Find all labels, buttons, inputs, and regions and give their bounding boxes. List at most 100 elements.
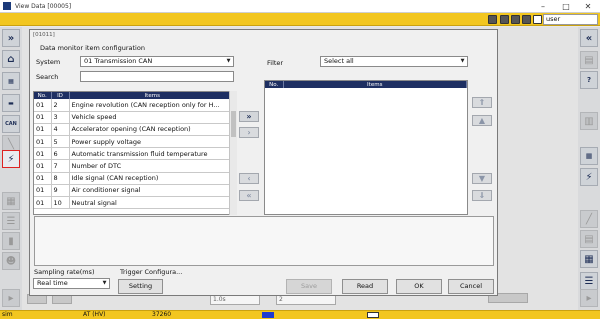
graph-icon[interactable]: ╱ [580,210,598,228]
home-icon[interactable]: ⌂ [2,50,20,68]
can-icon[interactable]: CAN [2,115,20,133]
row-item: Engine revolution (CAN reception only fo… [69,99,236,112]
table-row[interactable]: 01 6 Automatic transmission fluid temperat… [34,147,236,161]
dialog-code: [01011] [33,32,55,38]
bg-interval-select[interactable]: 1.0s [210,295,260,305]
setting-button[interactable]: Setting [118,279,163,294]
chart-grid-icon[interactable]: ▦ [580,147,598,165]
sampling-rate-select[interactable]: Real time ▼ [33,278,110,289]
row-no: 01 [34,123,52,137]
ok-button[interactable]: OK [396,279,442,294]
table-row[interactable]: 01 5 Power supply voltage [34,135,236,149]
row-no: 01 [34,99,52,112]
status-vehicle: AT (HV) [83,311,106,318]
row-item: Number of DTC [69,159,236,173]
save-icon[interactable] [500,15,509,24]
vehicle-icon[interactable]: ▬ [2,94,20,112]
tool-b-icon[interactable]: ▤ [580,51,598,69]
system-label: System [36,58,61,66]
table-row[interactable]: 01 7 Number of DTC [34,159,236,173]
maximize-button[interactable]: □ [556,0,576,13]
system-select[interactable]: 01 Transmission CAN ▼ [80,56,234,67]
window-title: View Data [00005] [15,2,72,10]
remove-all-button[interactable]: « [239,190,259,201]
table-row[interactable]: 01 9 Air conditioner signal [34,184,236,198]
doc-icon[interactable]: ▥ [580,112,598,130]
table-row[interactable]: 01 4 Accelerator opening (CAN reception) [34,123,236,137]
move-top-button[interactable]: ⇑ [472,97,492,108]
row-no: 01 [34,111,52,124]
selected-items-table: No. Items [264,80,468,215]
layout-icon[interactable]: ▦ [580,250,598,268]
collapse-right-icon[interactable]: « [580,29,598,47]
move-bottom-button[interactable]: ⇓ [472,190,492,201]
data-monitor-icon[interactable]: ⚡ [2,150,20,168]
sampling-rate-label: Sampling rate(ms) [34,268,95,276]
question-icon[interactable]: ? [580,71,598,89]
row-no: 01 [34,184,52,198]
col-items[interactable]: Items [69,92,236,99]
row-item: Power supply voltage [69,135,236,149]
row-id: 7 [51,159,70,173]
table-row[interactable]: 01 2 Engine revolution (CAN reception only… [34,99,236,112]
cancel-button[interactable]: Cancel [448,279,494,294]
search-input[interactable] [80,71,234,82]
message-area [34,216,494,266]
search-label: Search [36,73,59,81]
save-button[interactable]: Save [286,279,332,294]
list-icon[interactable]: ☰ [2,212,20,230]
col-id[interactable]: ID [51,92,70,99]
window-titlebar: View Data [00005] – □ ✕ [0,0,600,13]
right-rail: « ▤ ? ▥ ▦ ⚡ ╱ ▤ ▦ ☰ ▸ [578,27,600,310]
remove-one-button[interactable]: ‹ [239,173,259,184]
add-item-button[interactable]: » [239,111,259,122]
row-item: Neutral signal [69,196,236,210]
row-item: Idle signal (CAN reception) [69,172,236,185]
filter-select[interactable]: Select all ▼ [320,56,468,67]
flash-icon[interactable]: ⚡ [580,168,598,186]
expand-left-icon[interactable]: » [2,29,20,47]
row-id: 6 [51,147,70,161]
bars-icon[interactable]: ▮ [2,232,20,250]
row-no: 01 [34,147,52,161]
table-row[interactable]: 01 3 Vehicle speed [34,111,236,124]
edit-icon[interactable] [522,15,531,24]
export-icon[interactable]: ▸ [580,289,598,307]
scroll-thumb[interactable] [231,111,236,137]
available-items-table: No. ID Items 01 2 Engine revolution (CAN r… [33,91,237,215]
move-down-button[interactable]: ▼ [472,173,492,184]
close-window-button[interactable]: ✕ [578,0,598,13]
chevron-down-icon: ▼ [102,280,107,286]
trigger-config-label: Trigger Configura... [120,268,183,276]
table-icon[interactable]: ▤ [580,230,598,248]
print-icon[interactable] [488,15,497,24]
menu-icon[interactable]: ☰ [580,272,598,290]
move-up-button[interactable]: ▲ [472,115,492,126]
status-value: 37260 [152,311,172,318]
system-select-icon[interactable]: ▦ [2,72,20,90]
row-no: 01 [34,196,52,210]
user-icon[interactable] [533,15,542,24]
bg-count-select[interactable]: 2 [276,295,336,305]
row-id: 9 [51,184,70,198]
add-one-button[interactable]: › [239,127,259,138]
user-field[interactable]: user [543,14,598,25]
next-page-icon[interactable]: ▸ [2,289,20,307]
left-rail: » ⌂ ▦ ▬ CAN ╲ ⚡ ▦ ☰ ▮ ☻ ▸ [0,27,22,310]
table-row[interactable]: 01 10 Neutral signal [34,196,236,210]
row-id: 5 [51,135,70,149]
minimize-button[interactable]: – [533,0,553,13]
left-table-scrollbar[interactable] [229,91,237,215]
row-item: Air conditioner signal [69,184,236,198]
col-items-selected[interactable]: Items [283,81,467,88]
grid-icon[interactable]: ▦ [2,192,20,210]
gear-icon[interactable] [511,15,520,24]
sampling-rate-value: Real time [37,279,68,287]
col-no-selected[interactable]: No. [265,81,284,88]
col-no[interactable]: No. [34,92,52,99]
chevron-down-icon: ▼ [460,58,465,64]
row-id: 10 [51,196,70,210]
person-icon[interactable]: ☻ [2,252,20,270]
read-button[interactable]: Read [342,279,388,294]
table-row[interactable]: 01 8 Idle signal (CAN reception) [34,172,236,185]
